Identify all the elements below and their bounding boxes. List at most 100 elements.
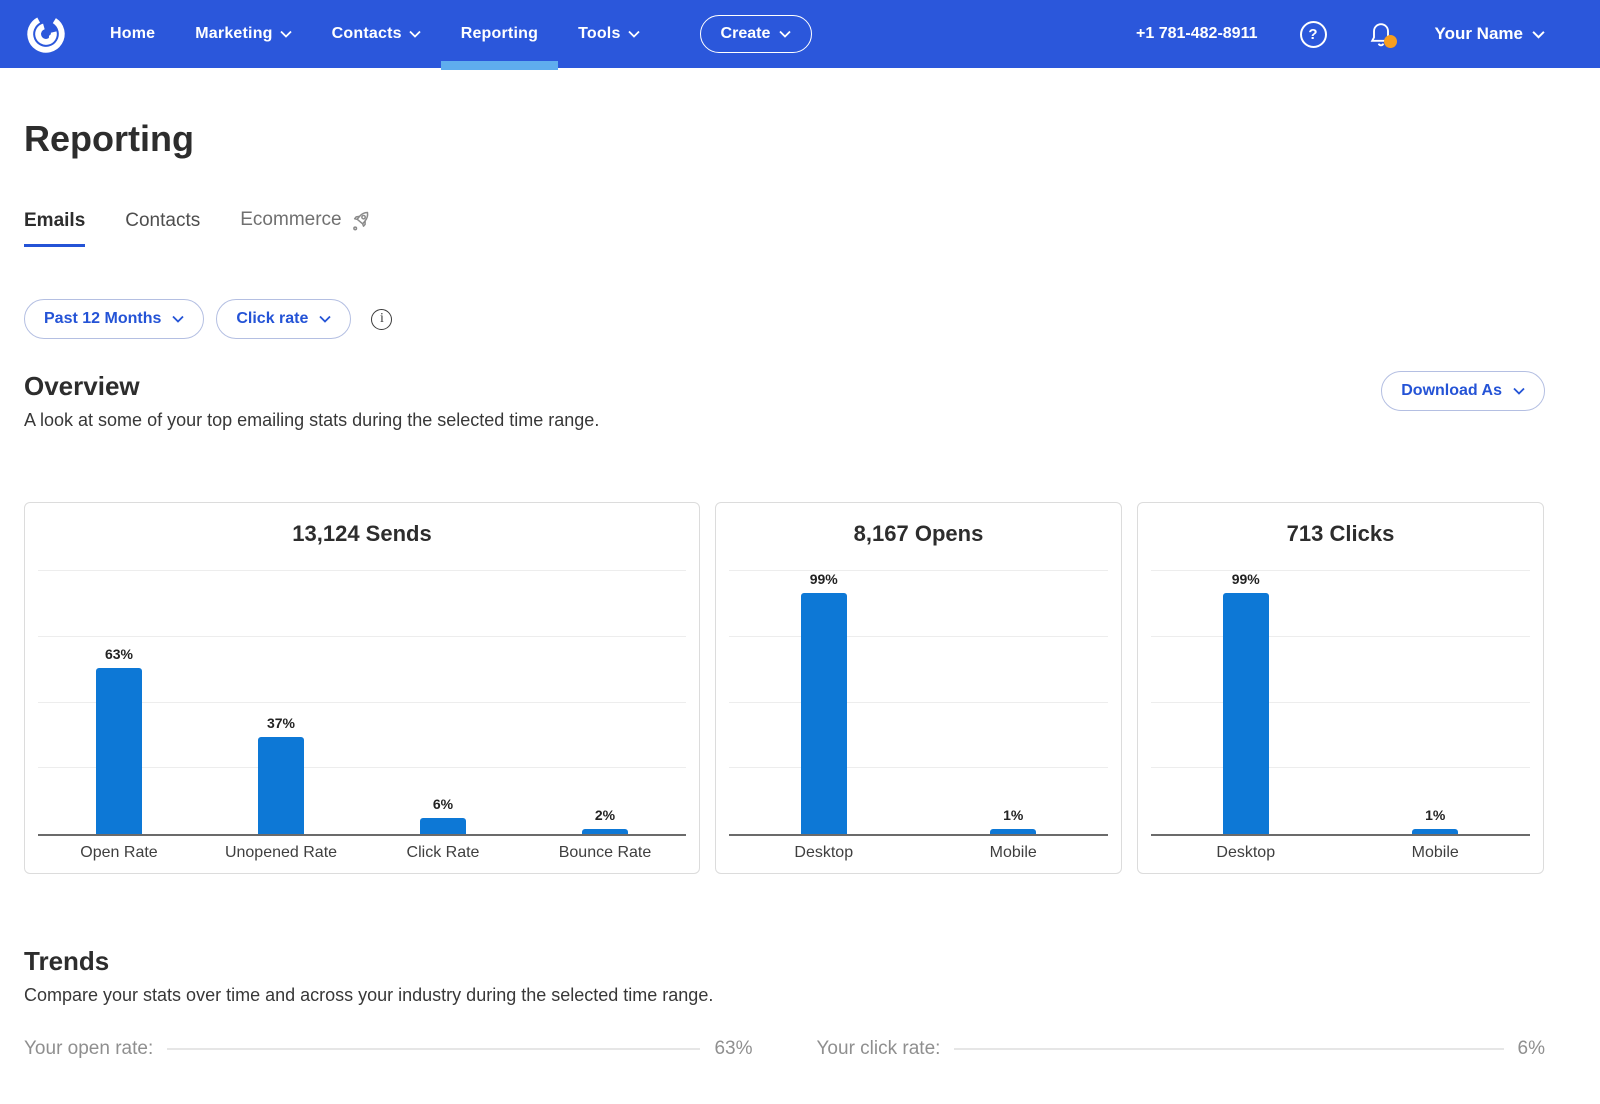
x-axis-label: Bounce Rate [524, 844, 686, 862]
active-nav-underline [441, 61, 558, 70]
chart-title: 8,167 Opens [716, 521, 1121, 547]
nav-item-label: Tools [578, 25, 620, 43]
chart-title: 713 Clicks [1138, 521, 1543, 547]
bar [582, 829, 628, 834]
leader-line [954, 1048, 1503, 1050]
bar-slot: 2% [524, 571, 686, 834]
bar-value-label: 37% [267, 715, 295, 731]
tab-contacts[interactable]: Contacts [125, 210, 200, 247]
chart-title: 13,124 Sends [25, 521, 699, 547]
trends-stats: Your open rate: 63% Your click rate: 6% [24, 1038, 1545, 1060]
stat-value: 63% [714, 1038, 752, 1060]
bar [1223, 593, 1269, 834]
x-axis-label: Desktop [729, 844, 919, 862]
time-range-value: Past 12 Months [44, 310, 161, 328]
x-axis-label: Mobile [919, 844, 1109, 862]
x-axis-labels: DesktopMobile [729, 844, 1108, 862]
tab-label: Ecommerce [240, 209, 341, 231]
bar-slot: 37% [200, 571, 362, 834]
report-tabs: Emails Contacts Ecommerce [24, 208, 1545, 247]
bar-chart-plot: 63% 37% 6% 2% [38, 571, 686, 836]
bar [990, 829, 1036, 834]
bar-chart-plot: 99% 1% [729, 571, 1108, 836]
x-axis-label: Unopened Rate [200, 844, 362, 862]
bar [420, 818, 466, 834]
user-menu[interactable]: Your Name [1435, 24, 1546, 44]
info-icon[interactable]: i [371, 309, 392, 330]
bar-slot: 99% [1151, 571, 1341, 834]
metric-value: Click rate [236, 310, 308, 328]
chevron-down-icon [1532, 30, 1545, 39]
bar-slot: 1% [1341, 571, 1531, 834]
nav-item-contacts[interactable]: Contacts [312, 0, 441, 68]
chevron-down-icon [409, 30, 421, 38]
nav-item-label: Home [110, 25, 155, 43]
bar-slot: 99% [729, 571, 919, 834]
chevron-down-icon [1513, 387, 1525, 395]
bar-value-label: 1% [1003, 807, 1023, 823]
tab-label: Contacts [125, 210, 200, 232]
support-phone-number: +1 781-482-8911 [1136, 25, 1257, 43]
bar-value-label: 1% [1425, 807, 1445, 823]
chevron-down-icon [280, 30, 292, 38]
tab-emails[interactable]: Emails [24, 210, 85, 247]
open-rate-stat: Your open rate: 63% [24, 1038, 753, 1060]
bar-value-label: 63% [105, 646, 133, 662]
bar-value-label: 99% [1232, 571, 1260, 587]
create-button[interactable]: Create [700, 15, 813, 53]
chevron-down-icon [319, 315, 331, 323]
filter-row: Past 12 Months Click rate i [24, 299, 1545, 339]
nav-item-label: Contacts [332, 25, 402, 43]
trends-title: Trends [24, 946, 1545, 977]
bar [258, 737, 304, 834]
leader-line [167, 1048, 700, 1050]
time-range-dropdown[interactable]: Past 12 Months [24, 299, 204, 339]
bar [96, 668, 142, 834]
nav-item-marketing[interactable]: Marketing [175, 0, 311, 68]
bar-chart-plot: 99% 1% [1151, 571, 1530, 836]
notification-dot [1384, 35, 1397, 48]
download-as-label: Download As [1401, 382, 1502, 400]
top-navigation-bar: Home Marketing Contacts Reporting Tools … [0, 0, 1600, 68]
help-icon[interactable]: ? [1300, 21, 1327, 48]
page-title: Reporting [24, 118, 1545, 160]
main-content: Reporting Emails Contacts Ecommerce Past… [0, 118, 1600, 1060]
trends-section: Trends Compare your stats over time and … [24, 946, 1545, 1060]
stat-value: 6% [1518, 1038, 1545, 1060]
constant-contact-logo[interactable] [24, 10, 68, 58]
x-axis-label: Open Rate [38, 844, 200, 862]
opens-chart-card: 8,167 Opens 99% 1% DesktopMobile [715, 502, 1122, 874]
create-button-label: Create [721, 25, 771, 43]
click-rate-stat: Your click rate: 6% [817, 1038, 1546, 1060]
nav-item-label: Reporting [461, 25, 538, 43]
bar-slot: 63% [38, 571, 200, 834]
stat-label: Your click rate: [817, 1038, 941, 1060]
trends-subtitle: Compare your stats over time and across … [24, 985, 1545, 1006]
bar-value-label: 99% [810, 571, 838, 587]
notifications-bell-icon[interactable] [1369, 21, 1393, 47]
sends-chart-card: 13,124 Sends 63% 37% 6% 2% Open RateUnopene… [24, 502, 700, 874]
nav-item-reporting[interactable]: Reporting [441, 0, 558, 68]
rocket-icon [350, 208, 374, 232]
chevron-down-icon [628, 30, 640, 38]
tab-label: Emails [24, 210, 85, 232]
bar-value-label: 2% [595, 807, 615, 823]
overview-title: Overview [24, 371, 599, 402]
primary-nav: Home Marketing Contacts Reporting Tools [90, 0, 660, 68]
user-name: Your Name [1435, 24, 1524, 44]
nav-item-tools[interactable]: Tools [558, 0, 659, 68]
nav-item-home[interactable]: Home [90, 0, 175, 68]
metric-dropdown[interactable]: Click rate [216, 299, 351, 339]
overview-header: Overview A look at some of your top emai… [24, 371, 1545, 431]
chevron-down-icon [172, 315, 184, 323]
bar [1412, 829, 1458, 834]
bar-slot: 6% [362, 571, 524, 834]
x-axis-label: Mobile [1341, 844, 1531, 862]
bar [801, 593, 847, 834]
overview-chart-cards: 13,124 Sends 63% 37% 6% 2% Open RateUnopene… [24, 502, 1545, 874]
nav-right-cluster: +1 781-482-8911 ? Your Name [1136, 21, 1545, 48]
stat-label: Your open rate: [24, 1038, 153, 1060]
x-axis-label: Click Rate [362, 844, 524, 862]
download-as-button[interactable]: Download As [1381, 371, 1545, 411]
tab-ecommerce[interactable]: Ecommerce [240, 208, 373, 247]
